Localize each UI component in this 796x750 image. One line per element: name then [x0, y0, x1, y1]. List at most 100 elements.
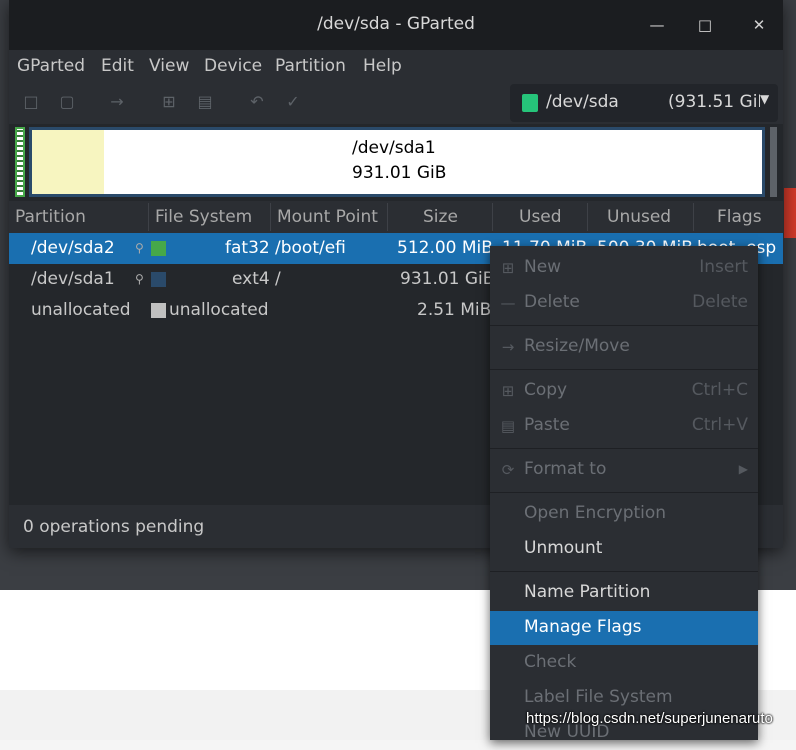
menu-item-shortcut: Ctrl+C: [691, 380, 748, 400]
delete-icon: —: [500, 294, 516, 312]
paste-icon: ▤: [500, 417, 516, 435]
partition-size: 512.00 MiB: [397, 238, 493, 258]
graph-partition-sda1[interactable]: /dev/sda1 931.01 GiB: [29, 127, 765, 197]
menu-help[interactable]: Help: [363, 56, 402, 76]
menu-item-label: Manage Flags: [524, 617, 642, 637]
graph-partition-name: /dev/sda1: [352, 138, 436, 158]
resize-move-icon: →: [501, 338, 515, 356]
resize-move-icon[interactable]: →: [105, 92, 129, 114]
graph-scrollbar[interactable]: [770, 127, 777, 197]
menu-bar: GParted Edit View Device Partition Help: [9, 50, 783, 84]
column-used[interactable]: Used: [519, 207, 562, 227]
menu-item-delete[interactable]: — Delete Delete: [490, 286, 758, 320]
menu-item-label: Resize/Move: [524, 336, 630, 356]
refresh-icon: ⟳: [501, 461, 515, 479]
mount-point: /boot/efi: [275, 238, 346, 258]
menu-item-label: Paste: [524, 415, 570, 435]
graph-partition-sda2[interactable]: [15, 127, 25, 197]
menu-device[interactable]: Device: [204, 56, 262, 76]
column-divider: [148, 203, 149, 231]
menu-separator: [490, 325, 758, 326]
menu-item-paste[interactable]: ▤ Paste Ctrl+V: [490, 409, 758, 443]
graph-partition-size: 931.01 GiB: [352, 163, 447, 183]
paste-icon[interactable]: ▤: [193, 92, 217, 114]
close-icon[interactable]: ✕: [747, 14, 771, 38]
graph-used-space: [32, 130, 104, 194]
background-red-tab: [784, 188, 796, 238]
menu-item-label: Format to: [524, 459, 607, 479]
delete-icon[interactable]: ▢: [55, 92, 79, 114]
column-divider: [492, 203, 493, 231]
menu-separator: [490, 571, 758, 572]
column-partition[interactable]: Partition: [15, 207, 86, 227]
filesystem-name: ext4: [232, 269, 270, 289]
toolbar: □ ▢ → ⊞ ▤ ↶ ✓ /dev/sda (931.51 GiB) ▼: [9, 84, 783, 124]
minimize-icon[interactable]: —: [645, 14, 669, 38]
copy-icon[interactable]: ⊞: [157, 92, 181, 114]
device-name: /dev/sda: [546, 92, 619, 112]
menu-separator: [490, 448, 758, 449]
column-divider: [387, 203, 388, 231]
context-menu: ⊞ New Insert — Delete Delete → Resize/Mo…: [490, 246, 758, 742]
column-mount-point[interactable]: Mount Point: [277, 207, 378, 227]
menu-item-shortcut: Ctrl+V: [691, 415, 748, 435]
menu-edit[interactable]: Edit: [101, 56, 134, 76]
column-divider: [587, 203, 588, 231]
filesystem-name: unallocated: [169, 300, 269, 320]
menu-gparted[interactable]: GParted: [17, 56, 85, 76]
table-header: Partition File System Mount Point Size U…: [9, 201, 783, 233]
menu-separator: [490, 492, 758, 493]
column-flags[interactable]: Flags: [717, 207, 762, 227]
filesystem-name: fat32: [225, 238, 270, 258]
column-size[interactable]: Size: [423, 207, 458, 227]
undo-icon[interactable]: ↶: [245, 92, 269, 114]
watermark: https://blog.csdn.net/superjunenaruto: [526, 710, 773, 727]
operations-pending: 0 operations pending: [23, 517, 205, 537]
menu-partition[interactable]: Partition: [275, 56, 346, 76]
submenu-arrow-icon: ▶: [738, 462, 748, 476]
menu-item-open-encryption[interactable]: Open Encryption: [490, 497, 758, 531]
menu-item-format-to[interactable]: ⟳ Format to ▶: [490, 453, 758, 487]
menu-item-label: Name Partition: [524, 582, 651, 602]
new-partition-icon[interactable]: □: [19, 92, 43, 114]
key-icon: ⚲: [135, 272, 144, 286]
maximize-icon[interactable]: □: [693, 14, 717, 38]
menu-item-label: Check: [524, 652, 577, 672]
title-bar[interactable]: /dev/sda - GParted — □ ✕: [9, 0, 783, 50]
drive-icon: [522, 94, 538, 112]
partition-size: 931.01 GiB: [400, 269, 495, 289]
device-selector[interactable]: /dev/sda (931.51 GiB) ▼: [510, 84, 778, 122]
menu-item-name-partition[interactable]: Name Partition: [490, 576, 758, 610]
menu-item-label: Open Encryption: [524, 503, 667, 523]
mount-point: /: [275, 269, 281, 289]
menu-item-label: Delete: [524, 292, 580, 312]
menu-view[interactable]: View: [149, 56, 189, 76]
menu-item-label: Unmount: [524, 538, 603, 558]
column-unused[interactable]: Unused: [607, 207, 671, 227]
new-icon: ⊞: [501, 259, 515, 277]
partition-name: unallocated: [31, 300, 131, 320]
partition-graph: /dev/sda1 931.01 GiB: [13, 127, 777, 197]
key-icon: ⚲: [135, 241, 144, 255]
column-divider: [693, 203, 694, 231]
filesystem-color-swatch: [151, 272, 166, 287]
menu-item-label: New: [524, 257, 562, 277]
device-size: (931.51 GiB): [668, 92, 760, 112]
dropdown-arrow-icon: ▼: [760, 92, 770, 106]
menu-item-copy[interactable]: ⊞ Copy Ctrl+C: [490, 374, 758, 408]
partition-name: /dev/sda1: [31, 269, 115, 289]
menu-item-manage-flags[interactable]: Manage Flags: [490, 611, 758, 645]
apply-icon[interactable]: ✓: [281, 92, 305, 114]
partition-name: /dev/sda2: [31, 238, 115, 258]
menu-item-resize-move[interactable]: → Resize/Move: [490, 330, 758, 364]
menu-item-check[interactable]: Check: [490, 646, 758, 680]
column-divider: [270, 203, 271, 231]
menu-separator: [490, 369, 758, 370]
menu-item-unmount[interactable]: Unmount: [490, 532, 758, 566]
filesystem-color-swatch: [151, 303, 166, 318]
column-file-system[interactable]: File System: [155, 207, 252, 227]
menu-item-new[interactable]: ⊞ New Insert: [490, 251, 758, 285]
menu-item-label: Label File System: [524, 687, 673, 707]
filesystem-color-swatch: [151, 241, 166, 256]
partition-size: 2.51 MiB: [417, 300, 492, 320]
